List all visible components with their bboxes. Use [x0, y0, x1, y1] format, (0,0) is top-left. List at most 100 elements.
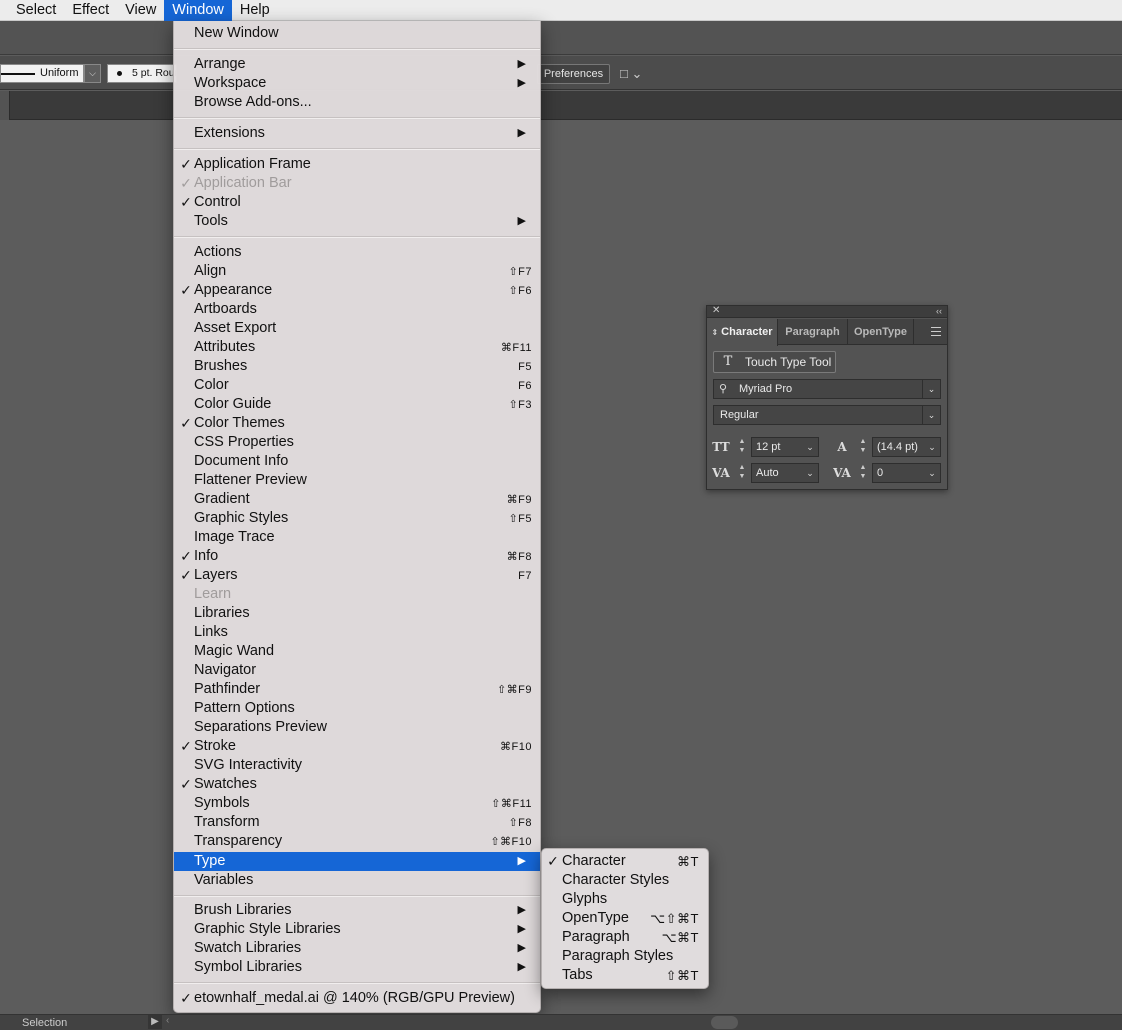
- menu-item-links[interactable]: Links: [174, 623, 540, 642]
- scroll-left-icon[interactable]: ‹: [166, 1015, 169, 1026]
- menu-item-layers[interactable]: ✓ Layers F7: [174, 566, 540, 585]
- chevron-down-icon[interactable]: ⌄: [922, 380, 940, 398]
- submenu-item-opentype[interactable]: OpenType ⌥⇧⌘T: [542, 909, 708, 928]
- menu-effect[interactable]: Effect: [64, 0, 117, 21]
- chevron-down-icon[interactable]: ⌄: [924, 438, 940, 456]
- menu-item-asset-export[interactable]: Asset Export: [174, 319, 540, 338]
- menu-item-label: Info: [194, 548, 219, 564]
- panel-menu-icon[interactable]: [931, 327, 941, 336]
- checkmark-icon: ✓: [180, 175, 192, 191]
- status-bar: Selection ▶ ‹: [0, 1014, 1122, 1030]
- stroke-profile-select[interactable]: Uniform: [0, 64, 84, 83]
- menu-item-image-trace[interactable]: Image Trace: [174, 528, 540, 547]
- brush-select[interactable]: 5 pt. Round: [107, 64, 177, 83]
- font-size-stepper[interactable]: ▲ ▼: [736, 437, 748, 457]
- chevron-down-icon[interactable]: ⌄: [922, 406, 940, 424]
- menu-item-type[interactable]: Type ▶: [174, 852, 540, 871]
- close-icon[interactable]: ✕: [712, 305, 720, 317]
- menu-help[interactable]: Help: [232, 0, 278, 21]
- collapse-icon[interactable]: ‹‹: [936, 305, 942, 317]
- panel-title-bar[interactable]: ✕ ‹‹: [707, 305, 947, 318]
- tracking-field[interactable]: 0 ⌄: [872, 463, 941, 483]
- status-menu-arrow-icon[interactable]: ▶: [148, 1015, 162, 1029]
- menu-item-swatch-libraries[interactable]: Swatch Libraries ▶: [174, 939, 540, 958]
- submenu-item-character[interactable]: ✓ Character ⌘T: [542, 852, 708, 871]
- menu-item-document-info[interactable]: Document Info: [174, 452, 540, 471]
- menu-item-brush-libraries[interactable]: Brush Libraries ▶: [174, 901, 540, 920]
- menu-item-graphic-styles[interactable]: Graphic Styles ⇧F5: [174, 509, 540, 528]
- menu-item-control[interactable]: ✓ Control: [174, 193, 540, 212]
- menu-item-application-frame[interactable]: ✓ Application Frame: [174, 155, 540, 174]
- menu-item-open-document[interactable]: ✓ etownhalf_medal.ai @ 140% (RGB/GPU Pre…: [174, 989, 540, 1008]
- document-tab[interactable]: [0, 91, 10, 120]
- menu-item-navigator[interactable]: Navigator: [174, 661, 540, 680]
- menu-item-gradient[interactable]: Gradient ⌘F9: [174, 490, 540, 509]
- menu-item-css-properties[interactable]: CSS Properties: [174, 433, 540, 452]
- arrange-documents-icon[interactable]: □​ ⌄: [620, 64, 654, 84]
- menu-item-color[interactable]: Color F6: [174, 376, 540, 395]
- preferences-button[interactable]: Preferences: [537, 64, 610, 84]
- menu-select[interactable]: Select: [0, 0, 64, 21]
- menu-item-swatches[interactable]: ✓ Swatches: [174, 775, 540, 794]
- menu-item-separations-preview[interactable]: Separations Preview: [174, 718, 540, 737]
- menu-item-info[interactable]: ✓ Info ⌘F8: [174, 547, 540, 566]
- menu-item-tools[interactable]: Tools ▶: [174, 212, 540, 231]
- menu-item-label: Brushes: [194, 358, 248, 374]
- menu-item-attributes[interactable]: Attributes ⌘F11: [174, 338, 540, 357]
- menu-item-artboards[interactable]: Artboards: [174, 300, 540, 319]
- font-style-field[interactable]: Regular ⌄: [713, 405, 941, 425]
- kerning-field[interactable]: Auto ⌄: [751, 463, 819, 483]
- leading-field[interactable]: (14.4 pt) ⌄: [872, 437, 941, 457]
- menu-item-label: Arrange: [194, 56, 246, 72]
- menu-item-flattener-preview[interactable]: Flattener Preview: [174, 471, 540, 490]
- horizontal-scrollbar-thumb[interactable]: [711, 1016, 738, 1029]
- kerning-stepper[interactable]: ▲ ▼: [736, 463, 748, 483]
- tab-character[interactable]: ⇕ Character: [707, 319, 778, 346]
- menu-item-label: Image Trace: [194, 529, 275, 545]
- font-size-field[interactable]: 12 pt ⌄: [751, 437, 819, 457]
- stroke-profile-dropdown-icon[interactable]: ⌵: [84, 64, 101, 83]
- menu-item-pathfinder[interactable]: Pathfinder ⇧⌘F9: [174, 680, 540, 699]
- menu-item-brushes[interactable]: Brushes F5: [174, 357, 540, 376]
- menu-item-color-guide[interactable]: Color Guide ⇧F3: [174, 395, 540, 414]
- menu-item-stroke[interactable]: ✓ Stroke ⌘F10: [174, 737, 540, 756]
- chevron-down-icon[interactable]: ⌄: [802, 464, 818, 482]
- tab-paragraph[interactable]: Paragraph: [778, 319, 848, 345]
- leading-icon: A: [837, 440, 847, 454]
- menu-item-transform[interactable]: Transform ⇧F8: [174, 813, 540, 832]
- submenu-item-tabs[interactable]: Tabs ⇧⌘T: [542, 966, 708, 985]
- menu-item-symbols[interactable]: Symbols ⇧⌘F11: [174, 794, 540, 813]
- menu-item-extensions[interactable]: Extensions ▶: [174, 124, 540, 143]
- menu-item-shortcut: F7: [518, 570, 532, 582]
- submenu-item-paragraph-styles[interactable]: Paragraph Styles: [542, 947, 708, 966]
- menu-item-workspace[interactable]: Workspace ▶: [174, 74, 540, 93]
- submenu-item-paragraph[interactable]: Paragraph ⌥⌘T: [542, 928, 708, 947]
- menu-item-appearance[interactable]: ✓ Appearance ⇧F6: [174, 281, 540, 300]
- submenu-item-character-styles[interactable]: Character Styles: [542, 871, 708, 890]
- menu-item-align[interactable]: Align ⇧F7: [174, 262, 540, 281]
- submenu-item-label: Paragraph Styles: [562, 948, 674, 964]
- menu-item-browse-addons[interactable]: Browse Add-ons...: [174, 93, 540, 112]
- menu-item-transparency[interactable]: Transparency ⇧⌘F10: [174, 832, 540, 851]
- menu-item-color-themes[interactable]: ✓ Color Themes: [174, 414, 540, 433]
- menu-item-variables[interactable]: Variables: [174, 871, 540, 890]
- menu-item-libraries[interactable]: Libraries: [174, 604, 540, 623]
- tracking-stepper[interactable]: ▲ ▼: [857, 463, 869, 483]
- menu-item-pattern-options[interactable]: Pattern Options: [174, 699, 540, 718]
- tab-opentype[interactable]: OpenType: [848, 319, 914, 345]
- menu-view[interactable]: View: [117, 0, 164, 21]
- font-family-field[interactable]: ⚲ Myriad Pro ⌄: [713, 379, 941, 399]
- menu-item-symbol-libraries[interactable]: Symbol Libraries ▶: [174, 958, 540, 977]
- menu-item-actions[interactable]: Actions: [174, 243, 540, 262]
- menu-item-svg-interactivity[interactable]: SVG Interactivity: [174, 756, 540, 775]
- leading-stepper[interactable]: ▲ ▼: [857, 437, 869, 457]
- chevron-down-icon[interactable]: ⌄: [802, 438, 818, 456]
- menu-window[interactable]: Window: [164, 0, 232, 21]
- menu-item-graphic-style-libraries[interactable]: Graphic Style Libraries ▶: [174, 920, 540, 939]
- touch-type-tool-button[interactable]: T Touch Type Tool: [713, 351, 836, 373]
- chevron-down-icon[interactable]: ⌄: [924, 464, 940, 482]
- menu-item-arrange[interactable]: Arrange ▶: [174, 55, 540, 74]
- menu-item-magic-wand[interactable]: Magic Wand: [174, 642, 540, 661]
- submenu-item-glyphs[interactable]: Glyphs: [542, 890, 708, 909]
- menu-item-new-window[interactable]: New Window: [174, 24, 540, 43]
